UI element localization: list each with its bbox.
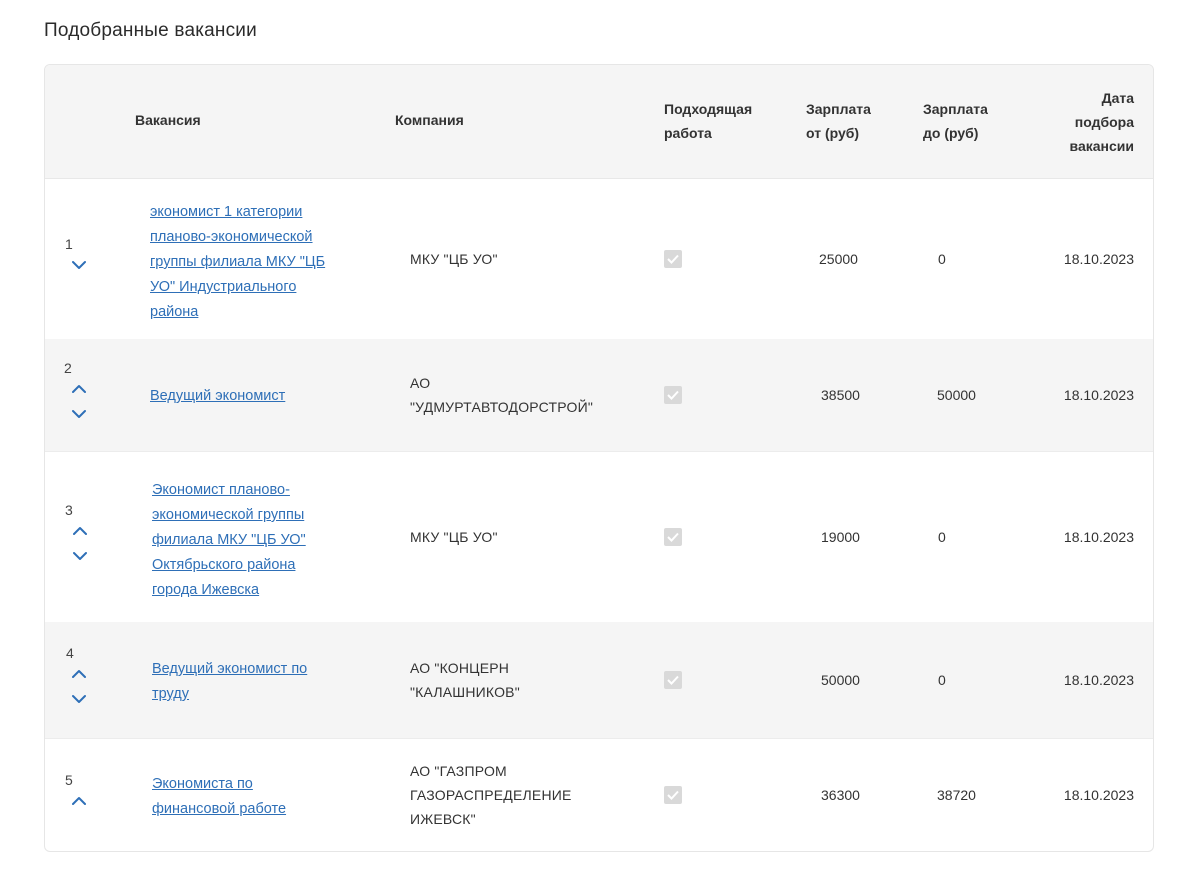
suitable-checkbox xyxy=(664,528,682,546)
salary-from: 38500 xyxy=(821,387,860,403)
table-row: 3 Экономист планово-экономической группы ф… xyxy=(45,451,1153,623)
salary-to: 0 xyxy=(938,529,946,545)
vacancy-link[interactable]: филиала МКУ "ЦБ УО" xyxy=(152,532,306,548)
move-up-icon[interactable] xyxy=(72,384,86,394)
vacancy-link-cell: Экономиста по финансовой работе xyxy=(152,771,286,821)
suitable-checkbox xyxy=(664,386,682,404)
match-date: 18.10.2023 xyxy=(1063,251,1134,267)
header-company: Компания xyxy=(395,112,464,128)
header-suitable-line1: Подходящая xyxy=(664,101,753,117)
move-up-icon[interactable] xyxy=(73,526,87,536)
vacancy-link[interactable]: Октябрьского района xyxy=(152,557,295,573)
checkmark-icon xyxy=(667,675,679,685)
vacancy-link[interactable]: района xyxy=(150,304,198,320)
vacancy-link[interactable]: Экономиста по xyxy=(152,776,253,792)
vacancy-link[interactable]: планово-экономической xyxy=(150,229,313,245)
suitable-checkbox xyxy=(664,786,682,804)
header-suitable: Подходящая работа xyxy=(664,97,752,145)
header-date-line1: Дата xyxy=(1101,90,1134,106)
vacancy-link[interactable]: города Ижевска xyxy=(152,582,259,598)
company-name-line: ИЖЕВСК" xyxy=(410,811,476,827)
vacancy-link-cell: Экономист планово-экономической группы фи… xyxy=(152,477,306,602)
salary-from: 19000 xyxy=(821,529,860,545)
vacancy-link[interactable]: экономической группы xyxy=(152,507,304,523)
salary-from: 50000 xyxy=(821,672,860,688)
table-row: 5 Экономиста по финансовой работе АО "ГАЗПР… xyxy=(45,738,1153,851)
company-cell: АО "КОНЦЕРН "КАЛАШНИКОВ" xyxy=(410,656,520,704)
vacancy-link[interactable]: труду xyxy=(152,686,189,702)
vacancy-link[interactable]: группы филиала МКУ "ЦБ xyxy=(150,254,325,270)
header-salary-from-line2: от (руб) xyxy=(806,125,860,141)
salary-to: 38720 xyxy=(937,787,976,803)
company-name-line: АО xyxy=(410,375,431,391)
move-up-icon[interactable] xyxy=(72,669,86,679)
match-date: 18.10.2023 xyxy=(1063,529,1134,545)
company-name-line: ГАЗОРАСПРЕДЕЛЕНИЕ xyxy=(410,787,572,803)
salary-to: 0 xyxy=(938,672,946,688)
vacancy-link[interactable]: УО" Индустриального xyxy=(150,279,296,295)
salary-from: 36300 xyxy=(821,787,860,803)
move-down-icon[interactable] xyxy=(72,260,86,270)
header-date: Дата подбора вакансии xyxy=(1045,86,1134,158)
header-vacancy: Вакансия xyxy=(135,112,201,128)
header-suitable-line2: работа xyxy=(664,125,712,141)
row-number: 4 xyxy=(66,645,74,661)
suitable-checkbox xyxy=(664,250,682,268)
vacancy-link-cell: Ведущий экономист по труду xyxy=(152,656,307,706)
page-title: Подобранные вакансии xyxy=(44,20,257,41)
row-number: 3 xyxy=(65,502,73,518)
vacancy-link[interactable]: Ведущий экономист по xyxy=(152,661,307,677)
table-row: 1 экономист 1 категории планово-экономичес… xyxy=(45,178,1153,340)
company-cell: МКУ "ЦБ УО" xyxy=(410,525,498,549)
company-name-line: МКУ "ЦБ УО" xyxy=(410,251,498,267)
checkmark-icon xyxy=(667,390,679,400)
match-date: 18.10.2023 xyxy=(1063,787,1134,803)
vacancy-link[interactable]: экономист 1 категории xyxy=(150,204,302,220)
vacancy-link-cell: экономист 1 категории планово-экономическ… xyxy=(150,199,325,324)
table-row: 4 Ведущий экономист по труду АО "КОНЦЕРН "КА… xyxy=(45,622,1153,739)
move-down-icon[interactable] xyxy=(72,409,86,419)
checkmark-icon xyxy=(667,254,679,264)
company-cell: МКУ "ЦБ УО" xyxy=(410,247,498,271)
salary-to: 50000 xyxy=(937,387,976,403)
row-number: 2 xyxy=(64,360,72,376)
header-salary-from: Зарплата от (руб) xyxy=(806,97,871,145)
company-name-line: "КАЛАШНИКОВ" xyxy=(410,684,520,700)
suitable-checkbox xyxy=(664,671,682,689)
checkmark-icon xyxy=(667,790,679,800)
vacancies-table: Вакансия Компания Подходящая работа Зарп… xyxy=(44,64,1154,852)
salary-to: 0 xyxy=(938,251,946,267)
company-name-line: АО "КОНЦЕРН xyxy=(410,660,510,676)
vacancy-link[interactable]: Ведущий экономист xyxy=(150,388,285,404)
move-down-icon[interactable] xyxy=(72,694,86,704)
company-name-line: "УДМУРТАВТОДОРСТРОЙ" xyxy=(410,399,594,415)
header-salary-to-line2: до (руб) xyxy=(923,125,979,141)
company-name-line: АО "ГАЗПРОМ xyxy=(410,763,507,779)
vacancy-link[interactable]: Экономист планово- xyxy=(152,482,290,498)
move-up-icon[interactable] xyxy=(72,796,86,806)
row-number: 5 xyxy=(65,772,73,788)
checkmark-icon xyxy=(667,532,679,542)
salary-from: 25000 xyxy=(819,251,858,267)
row-number: 1 xyxy=(65,236,73,252)
match-date: 18.10.2023 xyxy=(1063,672,1134,688)
table-header: Вакансия Компания Подходящая работа Зарп… xyxy=(45,65,1153,179)
header-salary-from-line1: Зарплата xyxy=(806,101,871,117)
company-cell: АО "УДМУРТАВТОДОРСТРОЙ" xyxy=(410,371,593,419)
vacancy-link-cell: Ведущий экономист xyxy=(150,383,285,408)
vacancy-link[interactable]: финансовой работе xyxy=(152,801,286,817)
header-salary-to-line1: Зарплата xyxy=(923,101,988,117)
company-name-line: МКУ "ЦБ УО" xyxy=(410,529,498,545)
table-row: 2 Ведущий экономист АО "УДМУРТАВТОДОРСТРОЙ"… xyxy=(45,339,1153,452)
move-down-icon[interactable] xyxy=(73,551,87,561)
header-date-line2: подбора xyxy=(1074,114,1134,130)
header-date-line3: вакансии xyxy=(1069,138,1134,154)
company-cell: АО "ГАЗПРОМ ГАЗОРАСПРЕДЕЛЕНИЕ ИЖЕВСК" xyxy=(410,759,572,831)
match-date: 18.10.2023 xyxy=(1063,387,1134,403)
header-salary-to: Зарплата до (руб) xyxy=(923,97,988,145)
